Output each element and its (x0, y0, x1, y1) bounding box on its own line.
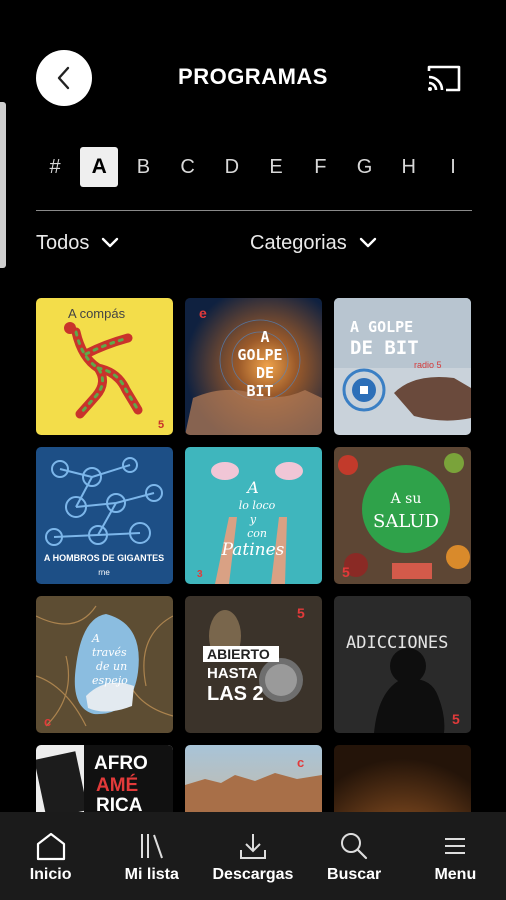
program-cover: A compás 5 (36, 298, 173, 435)
program-title-line: Patines (221, 540, 285, 560)
program-tile-night[interactable] (334, 745, 471, 818)
program-badge: rne (98, 568, 110, 577)
nav-label: Menu (434, 866, 477, 883)
program-title-line: espejo (92, 674, 128, 687)
filter-category-label: Categorias (250, 231, 347, 254)
filter-all-label: Todos (36, 231, 90, 254)
letter-a[interactable]: A (80, 147, 119, 187)
menu-icon (445, 838, 466, 854)
program-tile-a-hombros-de-gigantes[interactable]: A HOMBROS DE GIGANTES rne (36, 447, 173, 584)
nav-descargas[interactable]: Descargas (203, 812, 303, 884)
program-cover: ABIERTO HASTA LAS 2 5 (185, 596, 322, 733)
letter-i[interactable]: I (434, 147, 472, 187)
program-tile-a-traves-de-un-espejo[interactable]: A través de un espejo c (36, 596, 173, 733)
program-badge: 5 (297, 605, 305, 621)
program-tile-adicciones[interactable]: ADICCIONES 5 (334, 596, 471, 733)
letter-b[interactable]: B (124, 147, 162, 187)
letter-c[interactable]: C (169, 147, 207, 187)
nav-buscar[interactable]: Buscar (304, 812, 404, 884)
nav-label: Mi lista (124, 866, 179, 883)
program-badge: 3 (197, 569, 203, 580)
program-title-line: y (249, 513, 257, 526)
program-title-line: A HOMBROS DE GIGANTES (44, 553, 164, 563)
program-title-line: lo loco (239, 499, 276, 512)
nav-inicio[interactable]: Inicio (1, 812, 101, 884)
program-title-line: DE (256, 364, 274, 382)
programs-screen: PROGRAMAS # A B C D E F G H I Todos Cate… (0, 0, 506, 900)
program-badge: 5 (452, 711, 460, 727)
bottom-navigation: Inicio Mi lista Descargas Buscar Menu (0, 812, 506, 900)
nav-label: Inicio (29, 866, 72, 883)
nav-mi-lista[interactable]: Mi lista (102, 812, 202, 884)
nav-menu[interactable]: Menu (405, 812, 505, 884)
program-tile-afro-america[interactable]: AFRO AMÉ RICA (36, 745, 173, 818)
library-icon (140, 834, 163, 859)
filter-category-dropdown[interactable]: Categorias (250, 228, 377, 258)
cast-icon (427, 65, 461, 92)
program-title-line: DE BIT (350, 337, 419, 359)
program-tile-a-su-salud[interactable]: A su SALUD 5 (334, 447, 471, 584)
program-title-line: SALUD (373, 511, 439, 532)
program-cover: ADICCIONES 5 (334, 596, 471, 733)
chevron-down-icon (359, 237, 376, 248)
cast-button[interactable] (424, 60, 464, 96)
program-tile-a-golpe-de-bit[interactable]: e A GOLPE DE BIT (185, 298, 322, 435)
program-cover (334, 745, 471, 818)
program-badge: c (44, 714, 51, 729)
chevron-down-icon (102, 237, 119, 248)
program-badge: radio 5 (414, 360, 442, 370)
program-tile-a-lo-loco-con-patines[interactable]: A lo loco y con Patines 3 (185, 447, 322, 584)
program-title-line: LAS 2 (207, 683, 264, 705)
divider (36, 210, 472, 211)
header: PROGRAMAS (0, 0, 506, 150)
letter-f[interactable]: F (301, 147, 339, 187)
program-title-line: A (245, 478, 259, 497)
program-title-line: A compás (68, 306, 126, 321)
program-tile-abierto-hasta-las-2[interactable]: ABIERTO HASTA LAS 2 5 (185, 596, 322, 733)
program-cover: A través de un espejo c (36, 596, 173, 733)
letter-g[interactable]: G (346, 147, 384, 187)
program-title-line: con (247, 527, 267, 540)
program-badge: 5 (342, 564, 350, 580)
program-badge: 5 (158, 419, 164, 431)
program-title-line: A (260, 328, 269, 346)
download-icon (239, 834, 266, 859)
programs-grid: A compás 5 e A GOLPE DE BIT A GOLPE DE B… (36, 298, 472, 818)
program-cover: A GOLPE DE BIT radio 5 (334, 298, 471, 435)
program-title-line: ABIERTO (207, 646, 270, 662)
search-icon (341, 833, 368, 860)
program-tile-a-golpe-de-bit-radio5[interactable]: A GOLPE DE BIT radio 5 (334, 298, 471, 435)
program-title-line: A su (390, 491, 422, 507)
letter-d[interactable]: D (213, 147, 251, 187)
home-icon (36, 832, 65, 861)
program-badge: c (297, 755, 304, 770)
nav-label: Buscar (327, 866, 382, 883)
program-badge: e (199, 305, 207, 321)
program-cover: c (185, 745, 322, 818)
program-title-line: A (91, 632, 100, 645)
program-cover: e A GOLPE DE BIT (185, 298, 322, 435)
program-title-line: ADICCIONES (346, 633, 448, 653)
program-cover: A HOMBROS DE GIGANTES rne (36, 447, 173, 584)
program-title-line: AFRO (94, 753, 148, 774)
program-title-line: AMÉ (96, 774, 138, 796)
nav-label: Descargas (212, 866, 294, 883)
program-cover: A su SALUD 5 (334, 447, 471, 584)
program-title-line: de un (96, 660, 127, 673)
program-tile-city[interactable]: c (185, 745, 322, 818)
filter-all-dropdown[interactable]: Todos (36, 228, 119, 258)
program-title-line: través (92, 646, 127, 659)
program-tile-a-compas[interactable]: A compás 5 (36, 298, 173, 435)
program-title-line: BIT (246, 382, 273, 400)
program-title-line: A GOLPE (350, 318, 413, 336)
program-cover: AFRO AMÉ RICA (36, 745, 173, 818)
program-title-line: HASTA (207, 665, 258, 682)
program-cover: A lo loco y con Patines 3 (185, 447, 322, 584)
letter-e[interactable]: E (257, 147, 295, 187)
letter-hash[interactable]: # (36, 147, 74, 187)
alphabet-index: # A B C D E F G H I (36, 145, 472, 189)
letter-h[interactable]: H (390, 147, 428, 187)
program-title-line: GOLPE (237, 346, 282, 364)
